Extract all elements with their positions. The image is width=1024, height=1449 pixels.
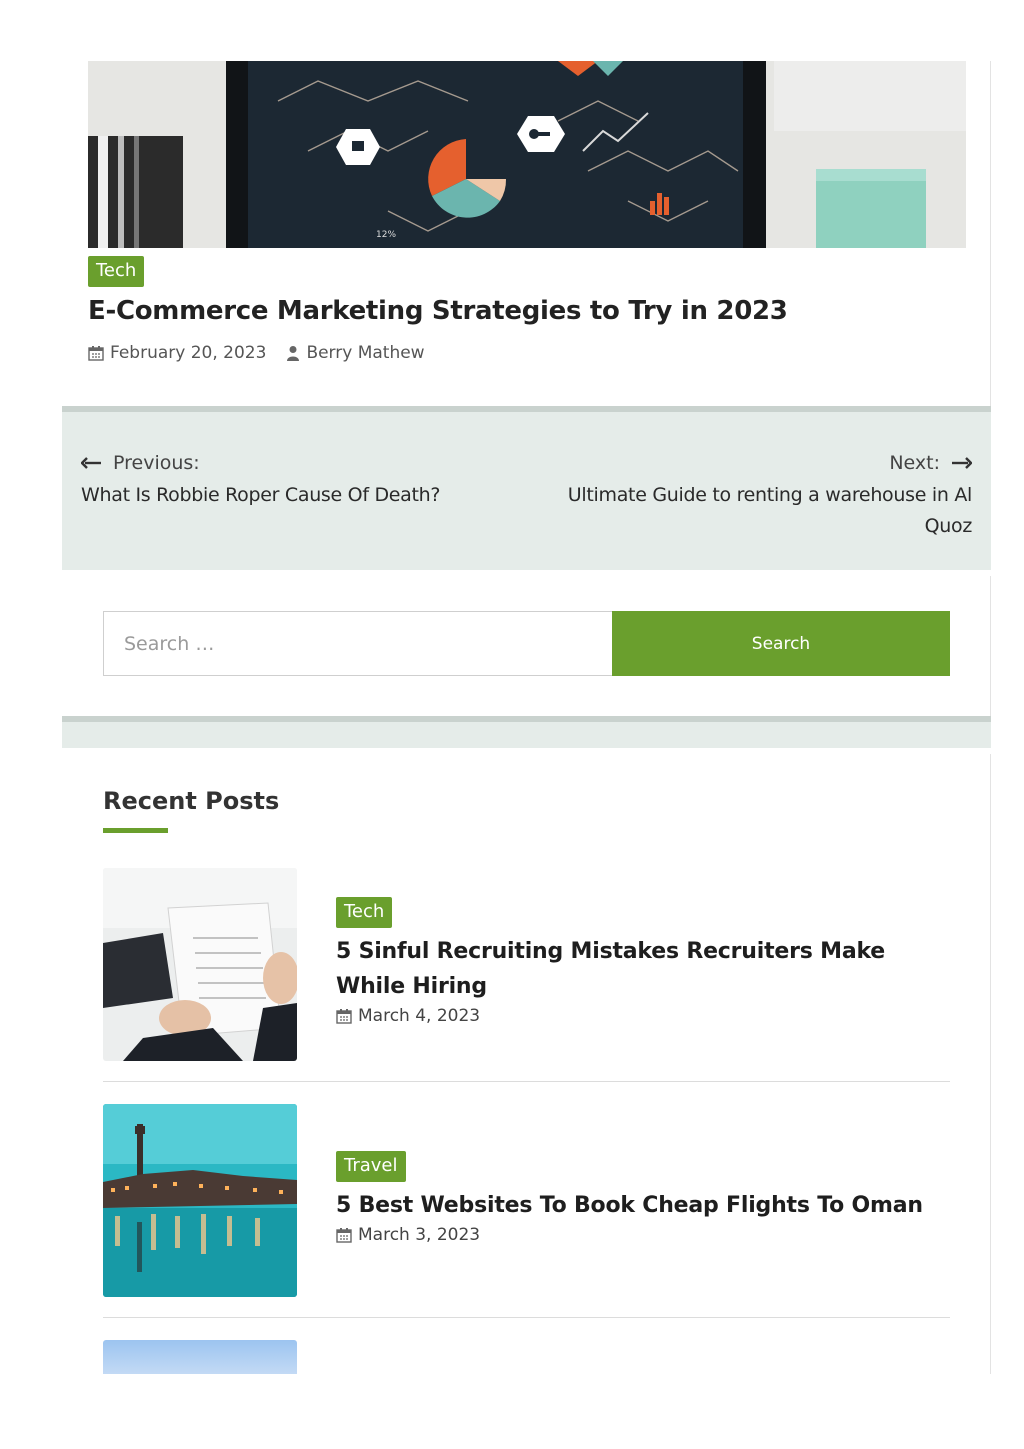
related-post-meta: February 20, 2023 Berry Mathew [88, 343, 425, 363]
category-badge[interactable]: Tech [336, 897, 393, 928]
category-badge[interactable]: Travel [336, 1151, 406, 1182]
next-post-link[interactable]: Next: Ultimate Guide to renting a wareho… [532, 452, 973, 542]
svg-text:12%: 12% [376, 230, 396, 240]
recent-posts-heading: Recent Posts [103, 787, 280, 815]
post-navigation: Previous: What Is Robbie Roper Cause Of … [62, 406, 991, 570]
user-icon [286, 345, 300, 361]
arrow-left-icon [80, 452, 101, 474]
next-label: Next: [889, 452, 940, 474]
calendar-icon [336, 1008, 352, 1024]
recent-post-title[interactable]: 5 Sinful Recruiting Mistakes Recruiters … [336, 934, 950, 1004]
next-post-title[interactable]: Ultimate Guide to renting a warehouse in… [532, 480, 973, 542]
content-right-border [990, 754, 991, 1374]
related-post-title[interactable]: E-Commerce Marketing Strategies to Try i… [88, 296, 788, 326]
calendar-icon [336, 1227, 352, 1243]
list-item: Travel 5 Best Websites To Book Cheap Fli… [103, 1104, 950, 1297]
post-date[interactable]: March 4, 2023 [358, 1006, 480, 1026]
post-date[interactable]: February 20, 2023 [110, 343, 266, 363]
previous-label: Previous: [113, 452, 200, 474]
widget-divider [62, 716, 991, 748]
heading-underline [103, 828, 168, 833]
search-input[interactable] [103, 611, 612, 676]
list-divider [103, 1081, 950, 1082]
previous-post-title[interactable]: What Is Robbie Roper Cause Of Death? [81, 480, 440, 511]
list-divider [103, 1317, 950, 1318]
post-date[interactable]: March 3, 2023 [358, 1225, 480, 1245]
post-thumbnail[interactable] [103, 1104, 297, 1297]
recent-post-meta: March 3, 2023 [336, 1225, 950, 1245]
list-item: Tech 5 Sinful Recruiting Mistakes Recrui… [103, 868, 950, 1061]
search-button[interactable]: Search [612, 611, 950, 676]
category-badge[interactable]: Tech [88, 256, 145, 287]
calendar-icon [88, 345, 104, 361]
post-author[interactable]: Berry Mathew [306, 343, 424, 363]
content-right-border [990, 61, 991, 407]
content-right-border [990, 576, 991, 716]
recent-post-meta: March 4, 2023 [336, 1006, 950, 1026]
related-post-image[interactable]: 12% [88, 61, 966, 248]
arrow-right-icon [952, 452, 973, 474]
post-thumbnail[interactable] [103, 868, 297, 1061]
list-item [103, 1340, 950, 1374]
search-form: Search [103, 611, 950, 676]
post-thumbnail[interactable] [103, 1340, 297, 1374]
previous-post-link[interactable]: Previous: What Is Robbie Roper Cause Of … [80, 452, 440, 511]
recent-post-title[interactable]: 5 Best Websites To Book Cheap Flights To… [336, 1188, 950, 1223]
